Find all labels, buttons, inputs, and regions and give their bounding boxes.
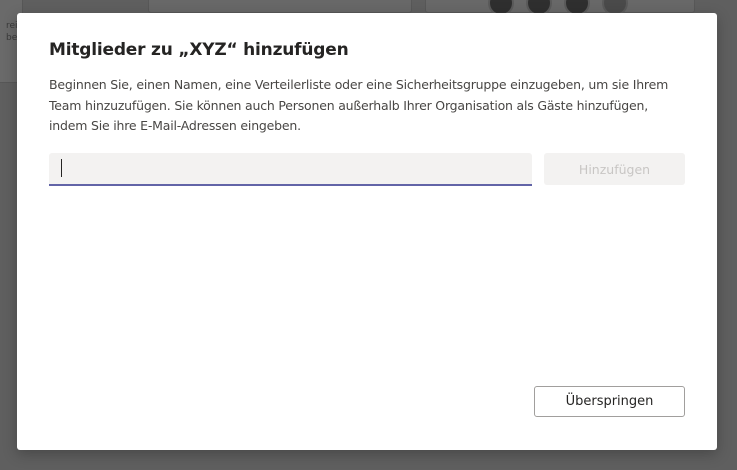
background-card — [148, 0, 412, 13]
member-search-input[interactable] — [49, 153, 532, 184]
background-text-line-1: rei — [6, 21, 18, 31]
skip-button[interactable]: Überspringen — [534, 386, 685, 417]
text-cursor — [61, 159, 62, 177]
add-button[interactable]: Hinzufügen — [544, 153, 685, 185]
background-text-line-2: be — [6, 33, 18, 43]
add-members-dialog: Mitglieder zu „XYZ“ hinzufügen Beginnen … — [17, 13, 717, 450]
member-search-field[interactable] — [49, 153, 532, 186]
background-card — [425, 0, 695, 13]
dialog-description: Beginnen Sie, einen Namen, eine Verteile… — [49, 77, 669, 133]
dialog-title: Mitglieder zu „XYZ“ hinzufügen — [49, 40, 349, 60]
background-text-fragment: rei be — [6, 20, 18, 44]
